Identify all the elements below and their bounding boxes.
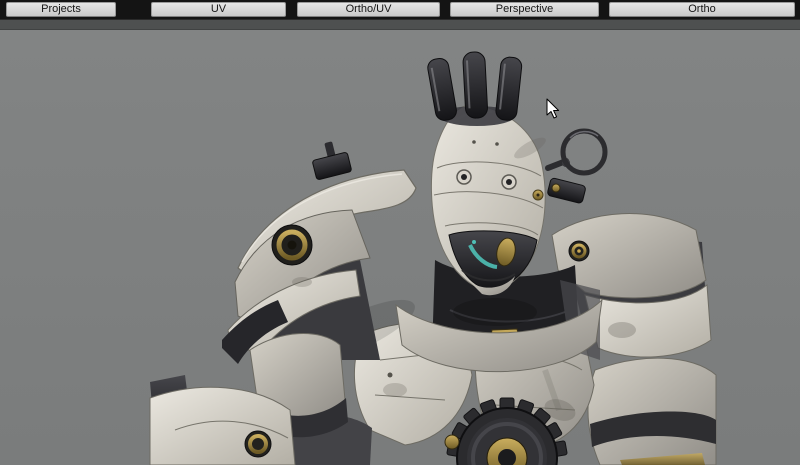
robot-ear-module (547, 178, 586, 204)
robot-model (0, 30, 800, 465)
tab-perspective[interactable]: Perspective (450, 2, 599, 17)
app-window: Projects UV Ortho/UV Perspective Ortho (0, 0, 800, 465)
robot-head-pipes (426, 52, 522, 126)
tab-projects[interactable]: Projects (6, 2, 116, 17)
robot-ring-antenna (548, 131, 605, 173)
tab-ortho-uv[interactable]: Ortho/UV (297, 2, 440, 17)
robot-right-arm (588, 358, 716, 465)
viewport-3d[interactable] (0, 30, 800, 465)
toolbar-strip (0, 19, 800, 30)
viewport-tab-bar: Projects UV Ortho/UV Perspective Ortho (0, 0, 800, 19)
tab-uv[interactable]: UV (151, 2, 286, 17)
tab-ortho[interactable]: Ortho (609, 2, 795, 17)
mouse-cursor-icon (546, 98, 561, 120)
